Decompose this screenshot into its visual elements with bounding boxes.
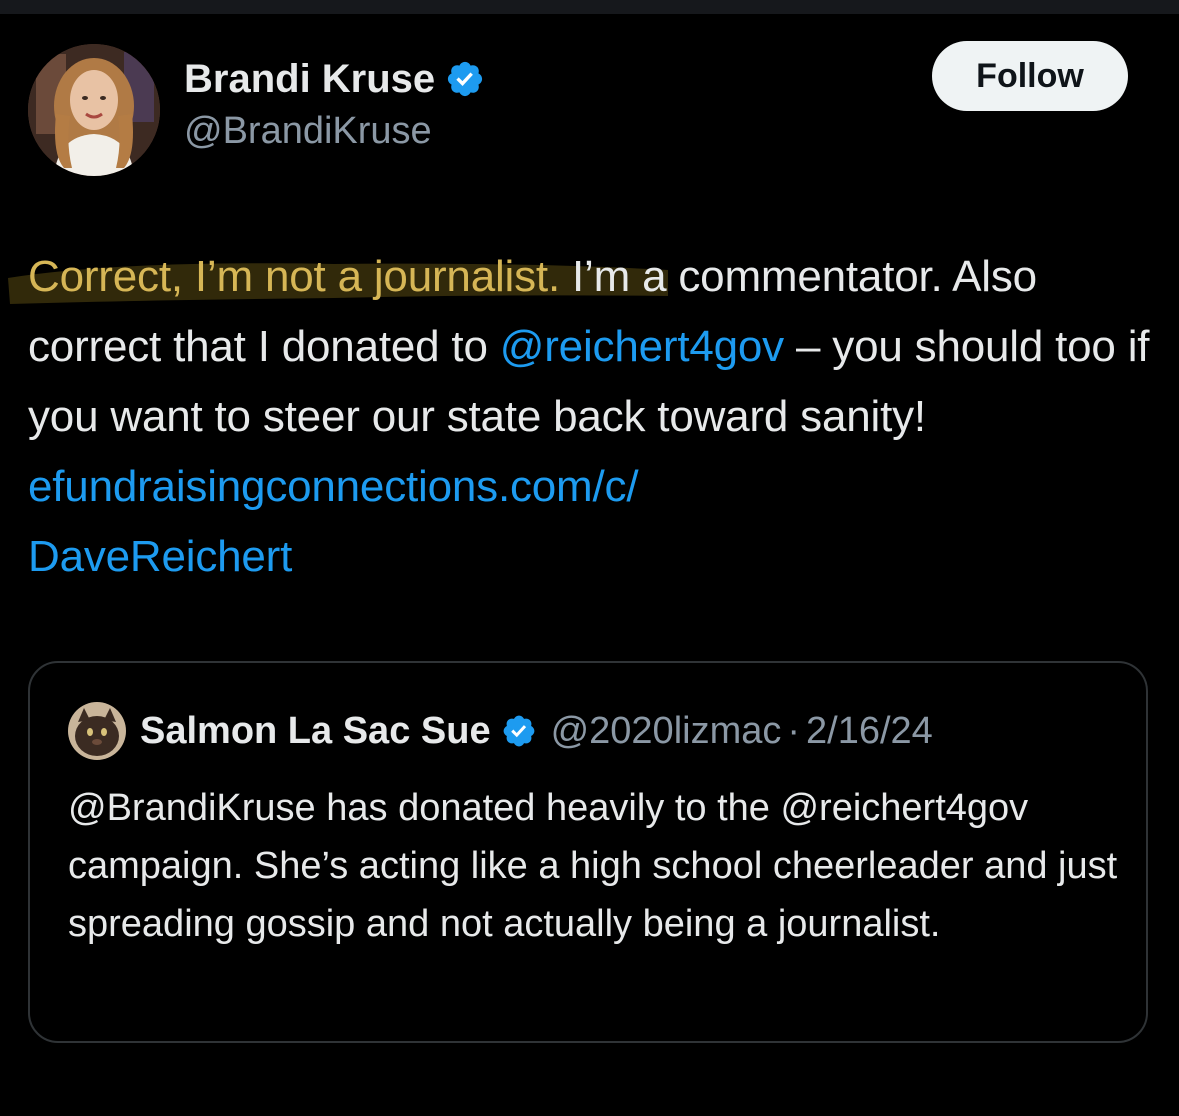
quoted-tweet-header: Salmon La Sac Sue @2020lizmac · 2/16/24	[68, 701, 933, 761]
quoted-avatar[interactable]	[68, 702, 126, 760]
quoted-display-name[interactable]: Salmon La Sac Sue	[140, 710, 491, 753]
quoted-handle[interactable]: @2020lizmac	[551, 710, 782, 753]
donation-link-part-2: DaveReichert	[28, 532, 293, 581]
donation-link[interactable]: efundraisingconnections.com/c/DaveReiche…	[28, 462, 639, 581]
highlighted-text: Correct, I’m not a journalist.	[28, 252, 560, 301]
tweet-text: Correct, I’m not a journalist. I’m a com…	[28, 242, 1158, 592]
donation-link-part-1: efundraisingconnections.com/c/	[28, 462, 639, 511]
follow-button[interactable]: Follow	[932, 41, 1128, 111]
verified-badge-icon[interactable]	[445, 59, 485, 99]
tweet-header: Brandi Kruse @BrandiKruse Follow	[28, 38, 1148, 178]
handle[interactable]: @BrandiKruse	[184, 110, 432, 153]
quoted-verified-badge-icon	[501, 713, 537, 749]
name-row: Brandi Kruse	[184, 54, 485, 104]
avatar[interactable]	[28, 44, 160, 176]
mention-link[interactable]: @reichert4gov	[500, 322, 784, 371]
display-name[interactable]: Brandi Kruse	[184, 57, 435, 102]
quoted-tweet-card[interactable]: Salmon La Sac Sue @2020lizmac · 2/16/24 …	[28, 661, 1148, 1043]
quoted-date[interactable]: 2/16/24	[806, 710, 933, 753]
quoted-tweet-text: @BrandiKruse has donated heavily to the …	[68, 787, 1118, 945]
top-strip	[0, 0, 1179, 14]
separator-dot: ·	[787, 709, 801, 752]
